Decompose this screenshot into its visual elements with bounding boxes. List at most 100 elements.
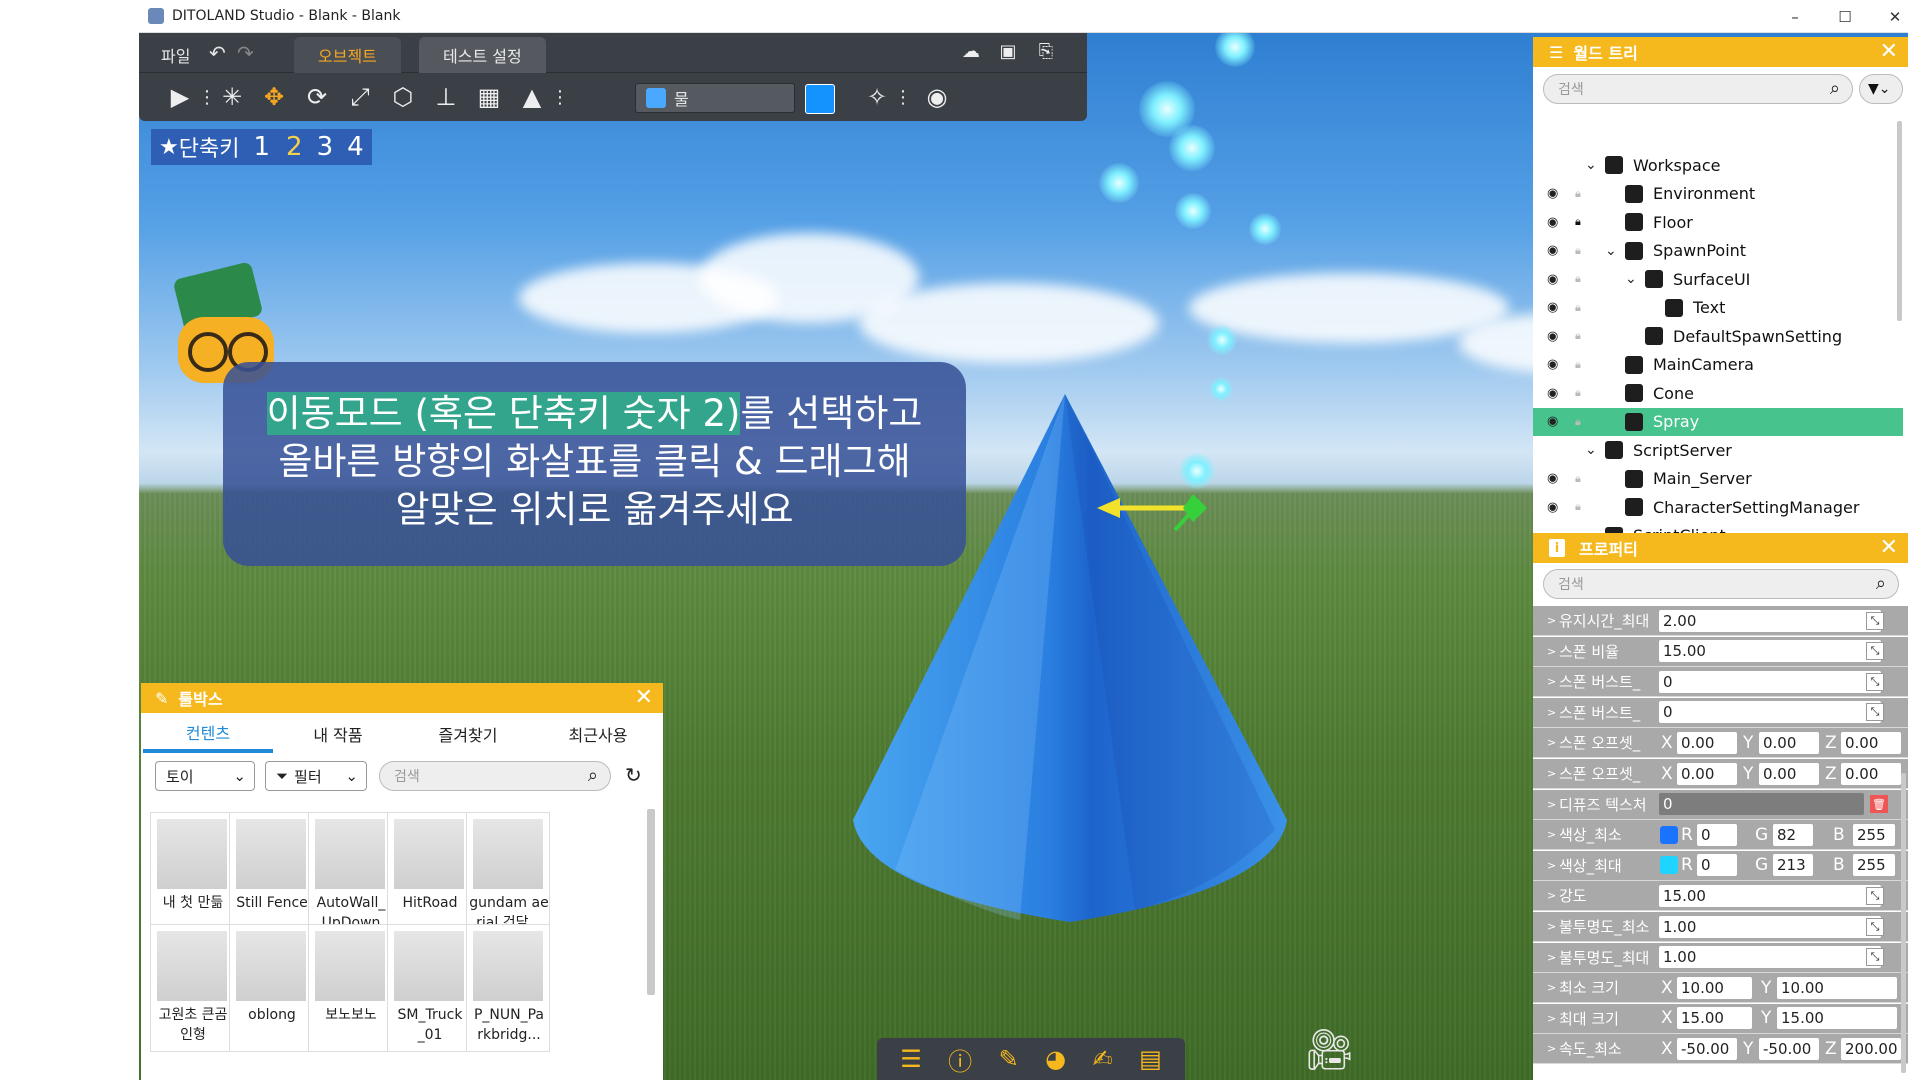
color-swatch[interactable] (1660, 856, 1678, 875)
chevron-right-icon[interactable]: > (1547, 645, 1556, 658)
filter-select[interactable]: ⏷ 필터 ⌄ (265, 761, 367, 791)
chevron-down-icon[interactable]: ⌄ (1585, 442, 1597, 458)
chevron-right-icon[interactable]: > (1547, 981, 1556, 994)
eye-icon[interactable]: ◉ (1547, 386, 1558, 401)
eye-icon[interactable]: ◉ (1547, 500, 1558, 515)
color-picker[interactable] (805, 84, 835, 114)
toolbox-item[interactable]: AutoWall_ UpDown (308, 812, 392, 940)
chevron-down-icon[interactable]: ⌄ (1625, 271, 1637, 287)
rotate-mode-icon[interactable]: ⟳ (301, 81, 333, 113)
property-value[interactable]: 15.00 (1659, 640, 1881, 663)
expand-icon[interactable]: ⤡ (1866, 611, 1884, 630)
lock-icon[interactable]: 🔒︎ (1575, 415, 1581, 429)
toolbox-item[interactable]: HitRoad (387, 812, 471, 940)
color-swatch[interactable] (1660, 825, 1678, 844)
chevron-right-icon[interactable]: > (1547, 1042, 1556, 1055)
tree-item[interactable]: ◉ 🔒︎ Cone (1533, 379, 1903, 407)
more-icon[interactable]: ⋮ (887, 81, 919, 113)
maximize-button[interactable]: ☐ (1820, 0, 1870, 33)
search-icon[interactable]: ⌕ (588, 765, 598, 786)
lock-icon[interactable]: 🔒︎ (1575, 301, 1581, 315)
color-b-field[interactable]: 255 (1853, 854, 1895, 877)
edit-icon[interactable]: ✍ (1093, 1045, 1113, 1073)
tab-object[interactable]: 오브젝트 (294, 37, 401, 73)
vector-x-field[interactable]: 15.00 (1677, 1007, 1752, 1030)
toolbox-item[interactable]: gundam ae rial 건담... (466, 812, 550, 940)
eye-icon[interactable]: ◉ (1547, 243, 1558, 258)
material-select[interactable]: 물 (635, 83, 795, 113)
tab-recent[interactable]: 최근사용 (533, 715, 663, 753)
tree-item[interactable]: ◉ 🔒︎ MainCamera (1533, 351, 1903, 379)
scale-mode-icon[interactable]: ⤢ (344, 81, 376, 113)
chevron-right-icon[interactable]: > (1547, 675, 1556, 688)
visibility-icon[interactable]: ◉ (921, 81, 953, 113)
save-icon[interactable]: ▣ (996, 41, 1020, 63)
refresh-icon[interactable]: ↻ (625, 763, 642, 787)
chevron-right-icon[interactable]: > (1547, 859, 1556, 872)
chevron-right-icon[interactable]: > (1547, 920, 1556, 933)
color-r-field[interactable]: 0 (1697, 854, 1737, 877)
search-icon[interactable]: ⌕ (1830, 78, 1840, 99)
expand-icon[interactable]: ⤡ (1866, 672, 1884, 691)
tab-test-settings[interactable]: 테스트 설정 (419, 37, 546, 73)
close-icon[interactable]: ✕ (1880, 39, 1898, 64)
chevron-right-icon[interactable]: > (1547, 767, 1556, 780)
tree-item[interactable]: ◉ 🔒︎ ⌄ SpawnPoint (1533, 237, 1903, 265)
tree-item[interactable]: ⌄ ScriptServer (1533, 436, 1903, 464)
chevron-down-icon[interactable]: ⌄ (1585, 157, 1597, 173)
eye-icon[interactable]: ◉ (1547, 471, 1558, 486)
vector-y-field[interactable]: 10.00 (1777, 976, 1897, 999)
move-mode-icon[interactable]: ✥ (258, 81, 290, 113)
expand-icon[interactable]: ⤡ (1866, 642, 1884, 661)
property-value[interactable]: 0 (1659, 701, 1881, 724)
toolbox-item[interactable]: 고원초 큰곰 인형 (150, 924, 234, 1052)
tree-item[interactable]: ⌄ Workspace (1533, 151, 1903, 179)
chevron-down-icon[interactable]: ⌄ (1605, 243, 1617, 259)
tree-item[interactable]: ◉ 🔒︎ DefaultSpawnSetting (1533, 322, 1903, 350)
category-select[interactable]: 토이 ⌄ (155, 761, 255, 791)
grid-icon[interactable]: ▦ (473, 81, 505, 113)
more-icon[interactable]: ⋮ (544, 81, 576, 113)
color-g-field[interactable]: 82 (1773, 823, 1813, 846)
chevron-right-icon[interactable]: > (1547, 614, 1556, 627)
file-menu[interactable]: 파일 (161, 43, 190, 67)
tree-item[interactable]: ◉ 🔒︎ Environment (1533, 180, 1903, 208)
eye-icon[interactable]: ◉ (1547, 414, 1558, 429)
new-file-icon[interactable]: ⎘ (1034, 41, 1058, 63)
expand-icon[interactable]: ⤡ (1866, 703, 1884, 722)
vector-x-field[interactable]: 10.00 (1677, 976, 1752, 999)
chevron-right-icon[interactable]: > (1547, 951, 1556, 964)
lock-icon[interactable]: 🔒︎ (1575, 500, 1581, 514)
info-icon[interactable]: ⓘ (948, 1042, 972, 1077)
chevron-right-icon[interactable]: > (1547, 1012, 1556, 1025)
tree-scrollbar[interactable] (1897, 121, 1902, 321)
property-value[interactable]: 1.00 (1659, 946, 1881, 969)
tree-item[interactable]: ◉ 🔒︎ CharacterSettingManager (1533, 493, 1903, 521)
camera-icon[interactable]: 🎥︎ (1304, 1026, 1355, 1073)
properties-search[interactable]: 검색 ⌕ (1543, 569, 1899, 599)
toolbox-scrollbar[interactable] (647, 809, 655, 995)
lock-icon[interactable]: 🔒︎ (1575, 187, 1581, 201)
expand-icon[interactable]: ⤡ (1866, 948, 1884, 967)
expand-icon[interactable]: ⤡ (1866, 917, 1884, 936)
vector-x-field[interactable]: 0.00 (1677, 762, 1737, 785)
toolbox-item[interactable]: 내 첫 만듦 (150, 812, 234, 940)
tree-item[interactable]: ◉ 🔒︎ Spray (1533, 407, 1903, 436)
eye-icon[interactable]: ◉ (1547, 300, 1558, 315)
list-icon[interactable]: ☰ (900, 1045, 922, 1073)
vector-z-field[interactable]: 200.00 (1841, 1037, 1901, 1060)
tree-item[interactable]: ◉ 🔒︎ Main_Server (1533, 465, 1903, 493)
redo-icon[interactable]: ↷ (237, 41, 254, 65)
vector-x-field[interactable]: 0.00 (1677, 731, 1737, 754)
vector-x-field[interactable]: -50.00 (1677, 1037, 1737, 1060)
vector-y-field[interactable]: -50.00 (1759, 1037, 1819, 1060)
lock-icon[interactable]: 🔒︎ (1575, 386, 1581, 400)
eye-icon[interactable]: ◉ (1547, 215, 1558, 230)
vector-z-field[interactable]: 0.00 (1841, 762, 1901, 785)
chevron-right-icon[interactable]: > (1547, 889, 1556, 902)
undo-icon[interactable]: ↶ (209, 41, 226, 65)
property-value[interactable]: 0 (1659, 670, 1881, 693)
chevron-right-icon[interactable]: > (1547, 736, 1556, 749)
minimize-button[interactable]: – (1770, 0, 1820, 33)
toolbox-search[interactable]: 검색 ⌕ (379, 761, 611, 791)
